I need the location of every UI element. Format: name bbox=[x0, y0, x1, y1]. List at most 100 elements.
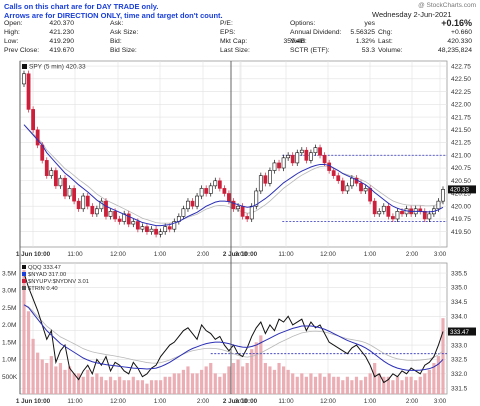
candle-body bbox=[49, 170, 54, 176]
volume-bar bbox=[200, 369, 204, 394]
candle-body bbox=[227, 193, 231, 202]
volume-bar bbox=[341, 380, 345, 394]
volume-bar bbox=[163, 376, 167, 394]
volume-bar bbox=[67, 366, 72, 394]
candle-body bbox=[368, 188, 373, 202]
volume-bar bbox=[213, 373, 217, 394]
x-tick-label: 3:00 bbox=[434, 251, 447, 258]
candle-body bbox=[263, 175, 268, 184]
candle-body bbox=[327, 162, 332, 171]
volume-bar bbox=[218, 376, 222, 394]
volume-bar bbox=[236, 359, 240, 394]
candle-body bbox=[290, 154, 295, 164]
x-tick-label: 2:00 bbox=[406, 251, 419, 258]
volume-bar bbox=[272, 369, 277, 394]
volume-bar bbox=[99, 376, 104, 394]
volume-bar bbox=[277, 362, 281, 394]
y-tick-label: 420.50 bbox=[451, 178, 471, 185]
candle-body bbox=[117, 218, 122, 222]
volume-bar bbox=[95, 373, 99, 394]
candle-body bbox=[299, 149, 304, 154]
volume-bar bbox=[395, 376, 400, 394]
volume-bar bbox=[104, 380, 108, 394]
candle-body bbox=[76, 200, 81, 210]
y-tick-label: 420.75 bbox=[451, 165, 471, 172]
volume-bar bbox=[54, 366, 58, 394]
x-tick-label: 2:00 bbox=[406, 398, 419, 405]
legend-swatch bbox=[22, 64, 27, 69]
volume-bar bbox=[172, 373, 176, 394]
y-tick-label: 421.25 bbox=[451, 140, 471, 147]
y-tick-label: 421.00 bbox=[451, 152, 471, 159]
price-chart: 419.50419.75420.00420.25420.50420.75421.… bbox=[2, 60, 476, 405]
x-tick-label: 1 Jun 10:00 bbox=[16, 398, 51, 405]
volume-bar bbox=[36, 352, 40, 394]
volume-bar bbox=[345, 376, 349, 394]
candle-body bbox=[190, 200, 195, 207]
volume-bar bbox=[286, 369, 290, 394]
volume-bar bbox=[72, 373, 76, 394]
y-tick-label: 333.0 bbox=[451, 342, 468, 349]
x-tick-label: 1:00 bbox=[364, 398, 377, 405]
y-tick-label: 422.00 bbox=[451, 102, 471, 109]
candle-body bbox=[195, 195, 199, 207]
y-tick-label: 421.50 bbox=[451, 127, 471, 134]
x-tick-label: 11:00 bbox=[278, 398, 294, 405]
legend-swatch bbox=[22, 272, 26, 276]
volume-bar bbox=[145, 383, 149, 394]
legend-entry: $TRIN 0.40 bbox=[28, 286, 58, 292]
candle-body bbox=[85, 195, 90, 207]
volume-bar bbox=[423, 373, 427, 394]
volume-bar bbox=[368, 373, 372, 394]
y-tick-label: 334.0 bbox=[451, 313, 468, 320]
candle-body bbox=[345, 185, 350, 192]
legend-swatch bbox=[22, 265, 26, 269]
y-tick-label: 422.50 bbox=[451, 76, 471, 83]
candle-body bbox=[436, 200, 441, 210]
candle-body bbox=[145, 226, 149, 233]
volume-bar bbox=[313, 376, 318, 394]
volume-bar bbox=[281, 366, 286, 394]
candle-body bbox=[181, 208, 186, 217]
candle-body bbox=[167, 226, 172, 230]
last-value-label: 420.33 bbox=[450, 187, 469, 194]
volume-tick-label: 1.5M bbox=[2, 339, 16, 346]
volume-bar bbox=[359, 380, 363, 394]
candle-body bbox=[336, 175, 341, 182]
last-value-label: 333.47 bbox=[450, 329, 469, 336]
volume-bar bbox=[118, 376, 122, 394]
volume-bar bbox=[304, 376, 308, 394]
volume-bar bbox=[332, 376, 336, 394]
candle-body bbox=[44, 160, 49, 176]
candle-body bbox=[258, 175, 263, 192]
candle-body bbox=[427, 213, 432, 220]
volume-bar bbox=[186, 366, 190, 394]
candle-body bbox=[140, 226, 145, 230]
x-tick-label: 1 Jun 10:00 bbox=[16, 251, 51, 258]
candle-body bbox=[331, 170, 336, 176]
volume-bar bbox=[113, 380, 117, 394]
x-tick-label: 1:00 bbox=[154, 398, 167, 405]
x-tick-label: 12:00 bbox=[320, 251, 336, 258]
volume-bar bbox=[31, 338, 35, 394]
volume-bar bbox=[363, 376, 368, 394]
y-tick-label: 419.75 bbox=[451, 216, 471, 223]
candle-body bbox=[199, 188, 204, 197]
volume-bar bbox=[81, 376, 85, 394]
candle-body bbox=[35, 129, 40, 146]
volume-bar bbox=[350, 380, 354, 394]
volume-bar bbox=[86, 369, 90, 394]
x-tick-label: 12:00 bbox=[320, 398, 336, 405]
chart-title: QQQ 333.47 bbox=[28, 265, 61, 271]
candle-body bbox=[222, 188, 227, 194]
candle-body bbox=[281, 157, 286, 169]
y-tick-label: 332.5 bbox=[451, 357, 468, 364]
x-tick-label: 3:00 bbox=[434, 398, 447, 405]
volume-bar bbox=[409, 376, 413, 394]
legend-entry: $NYAD 317.00 bbox=[28, 272, 66, 278]
y-tick-label: 422.75 bbox=[451, 63, 471, 70]
legend-swatch bbox=[22, 286, 26, 290]
y-tick-label: 332.0 bbox=[451, 371, 468, 378]
volume-bar bbox=[245, 362, 249, 394]
candle-body bbox=[313, 147, 318, 154]
